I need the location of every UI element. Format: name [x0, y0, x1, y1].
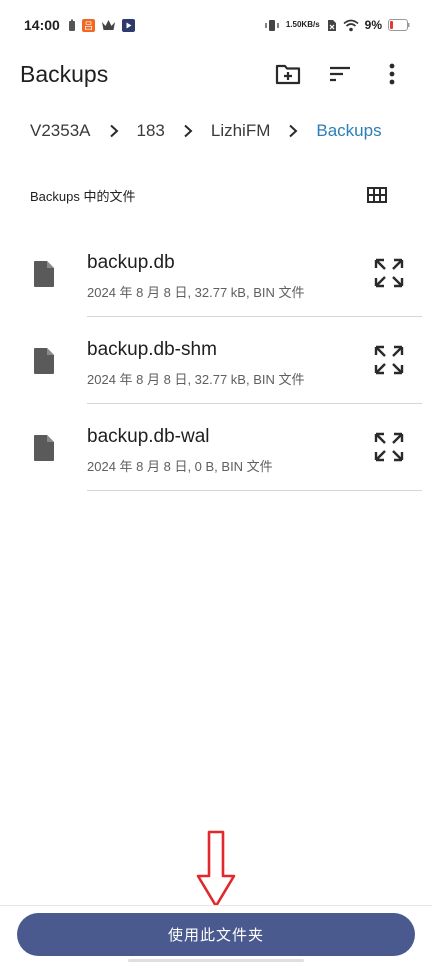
more-options-button[interactable]	[366, 50, 418, 98]
new-folder-icon	[275, 64, 301, 85]
chevron-right-icon	[270, 124, 316, 138]
file-list: backup.db 2024 年 8 月 8 日, 32.77 kB, BIN …	[0, 230, 432, 491]
expand-icon	[374, 432, 404, 462]
chevron-right-icon	[91, 124, 137, 138]
chevron-right-icon	[165, 124, 211, 138]
expand-icon	[374, 258, 404, 288]
battery-low-icon	[388, 19, 410, 31]
file-name: backup.db-wal	[87, 426, 210, 447]
list-item[interactable]: backup.db 2024 年 8 月 8 日, 32.77 kB, BIN …	[0, 230, 432, 317]
status-time: 14:00	[24, 17, 60, 33]
grid-view-icon	[367, 187, 387, 203]
new-folder-button[interactable]	[262, 50, 314, 98]
divider	[87, 490, 422, 491]
more-vert-icon	[389, 63, 395, 85]
preview-button[interactable]	[372, 430, 406, 464]
file-icon	[34, 435, 54, 461]
app-bar: Backups	[0, 50, 432, 98]
svg-text:吕: 吕	[84, 21, 93, 32]
play-store-icon	[121, 18, 135, 32]
status-right-icons: 1.50 KB/s 9%	[264, 18, 410, 32]
vibrate-icon	[264, 19, 280, 32]
net-speed-indicator: 1.50 KB/s	[286, 21, 320, 29]
crown-icon	[101, 19, 116, 31]
file-meta: 2024 年 8 月 8 日, 32.77 kB, BIN 文件	[87, 372, 305, 387]
sort-button[interactable]	[314, 50, 366, 98]
list-item[interactable]: backup.db-shm 2024 年 8 月 8 日, 32.77 kB, …	[0, 317, 432, 404]
preview-button[interactable]	[372, 256, 406, 290]
use-this-folder-button[interactable]: 使用此文件夹	[17, 913, 415, 956]
file-name: backup.db	[87, 252, 175, 273]
breadcrumb-item-183[interactable]: 183	[137, 121, 165, 141]
breadcrumb: V2353A 183 LizhiFM Backups	[0, 108, 432, 154]
list-item[interactable]: backup.db-wal 2024 年 8 月 8 日, 0 B, BIN 文…	[0, 404, 432, 491]
app-bar-actions	[262, 50, 418, 98]
battery-saver-icon	[68, 19, 76, 32]
home-indicator	[128, 959, 304, 962]
net-speed-value: 1.50	[285, 20, 302, 29]
sim-icon	[326, 19, 337, 32]
file-meta: 2024 年 8 月 8 日, 32.77 kB, BIN 文件	[87, 285, 305, 300]
grid-view-button[interactable]	[364, 182, 390, 208]
section-title: Backups 中的文件	[30, 188, 136, 204]
status-bar: 14:00 吕 1.50 KB/s 9%	[0, 0, 432, 50]
sort-icon	[330, 66, 350, 82]
wifi-icon	[343, 19, 359, 32]
preview-button[interactable]	[372, 343, 406, 377]
section-header: Backups 中的文件	[0, 176, 432, 214]
battery-percent: 9%	[364, 18, 382, 32]
file-icon	[34, 261, 54, 287]
breadcrumb-item-backups[interactable]: Backups	[316, 121, 381, 141]
file-icon	[34, 348, 54, 374]
expand-icon	[374, 345, 404, 375]
breadcrumb-item-lizhifm[interactable]: LizhiFM	[211, 121, 271, 141]
page-title: Backups	[20, 60, 109, 87]
file-meta: 2024 年 8 月 8 日, 0 B, BIN 文件	[87, 459, 273, 474]
file-name: backup.db-shm	[87, 339, 217, 360]
status-left-icons: 吕	[68, 18, 135, 32]
app-notification-icon: 吕	[81, 18, 95, 32]
net-speed-unit: KB/s	[301, 20, 320, 29]
breadcrumb-item-v2353a[interactable]: V2353A	[30, 121, 91, 141]
annotation-arrow-icon	[196, 830, 236, 908]
